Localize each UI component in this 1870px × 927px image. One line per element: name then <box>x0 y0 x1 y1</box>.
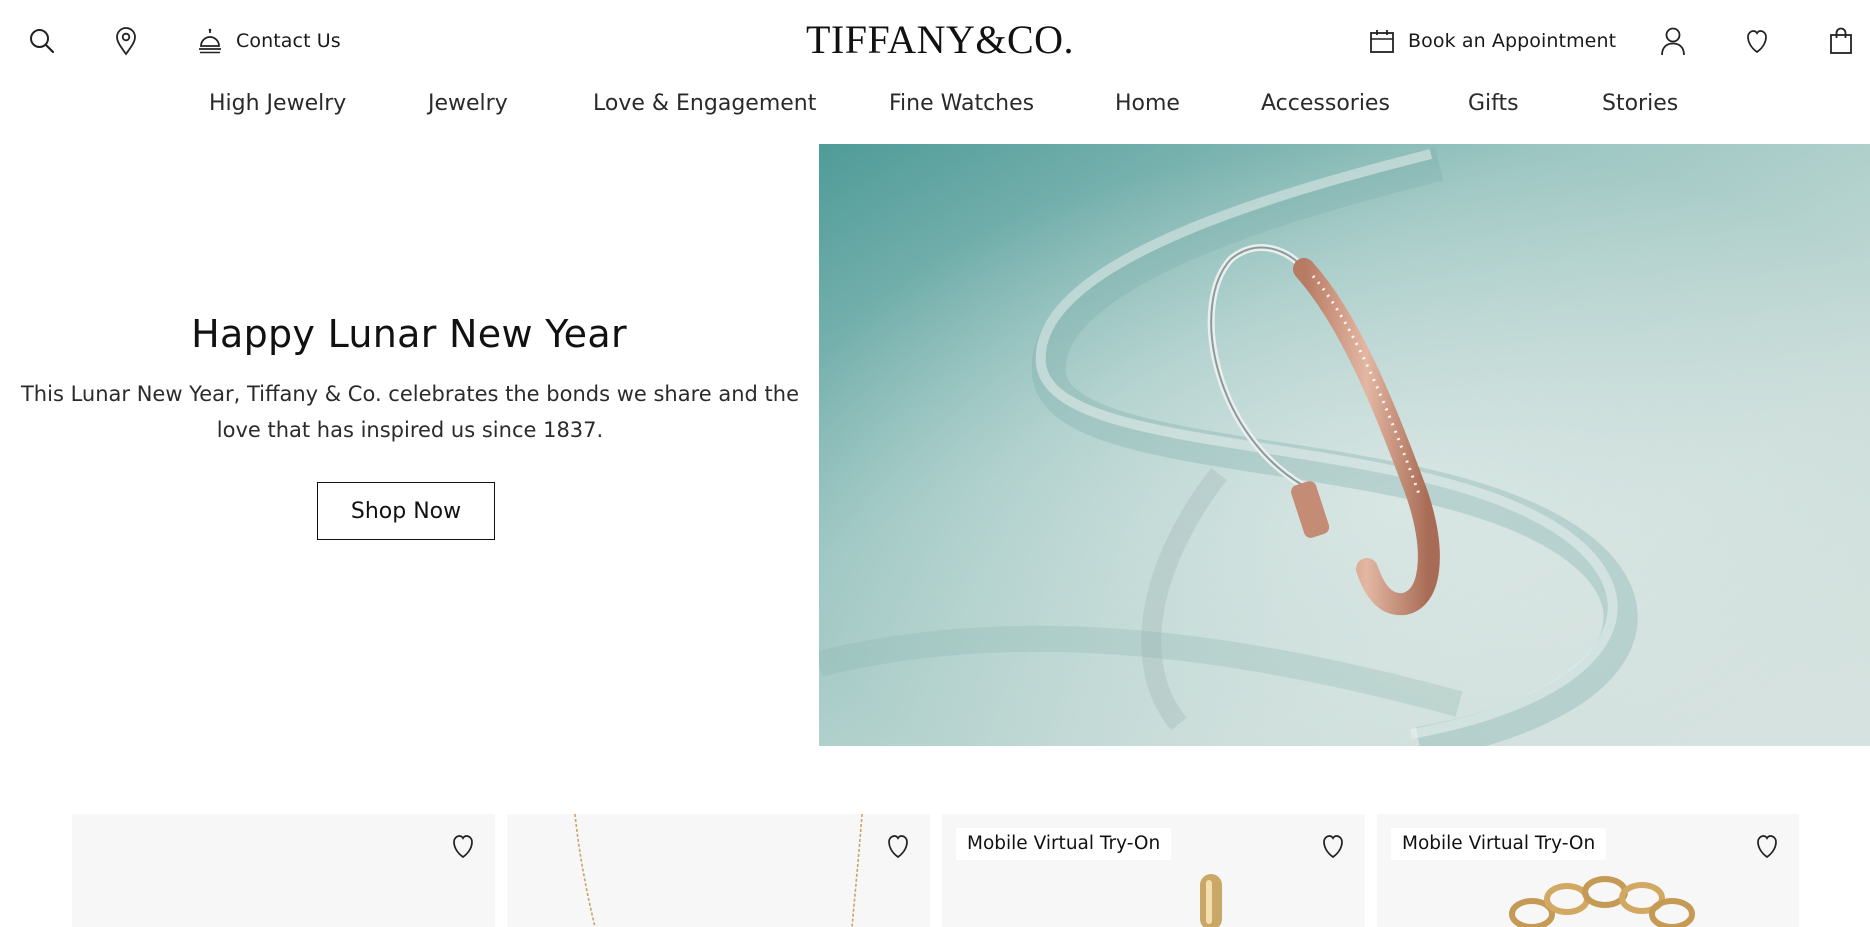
wishlist-button[interactable] <box>1745 24 1769 58</box>
brand-logo[interactable]: TIFFANY&CO. <box>780 14 1100 66</box>
hero-subtitle: This Lunar New Year, Tiffany & Co. celeb… <box>10 376 810 448</box>
heart-icon[interactable] <box>886 832 910 864</box>
book-appointment-label: Book an Appointment <box>1408 30 1617 52</box>
shopping-bag-icon <box>1829 26 1853 56</box>
nav-item-accessories[interactable]: Accessories <box>1261 84 1390 124</box>
book-appointment-link[interactable]: Book an Appointment <box>1368 24 1616 58</box>
product-carousel: Mobile Virtual Try-On Mobile Virtual Try… <box>0 814 1870 927</box>
top-bar: Contact Us TIFFANY&CO. Book an Appointme… <box>0 0 1870 82</box>
product-card[interactable]: Mobile Virtual Try-On <box>1377 814 1799 927</box>
search-icon <box>28 27 56 55</box>
earring-graphic <box>1200 874 1222 927</box>
nav-item-love-engagement[interactable]: Love & Engagement <box>593 84 816 124</box>
hero-title: Happy Lunar New Year <box>191 312 627 356</box>
shop-now-button[interactable]: Shop Now <box>317 482 495 540</box>
contact-us-link[interactable]: Contact Us <box>196 24 341 58</box>
nav-item-home[interactable]: Home <box>1115 84 1180 124</box>
location-pin-icon <box>113 26 139 56</box>
product-card[interactable]: Mobile Virtual Try-On <box>942 814 1365 927</box>
nav-item-gifts[interactable]: Gifts <box>1468 84 1519 124</box>
calendar-icon <box>1368 27 1396 55</box>
hero-copy: Happy Lunar New Year This Lunar New Year… <box>0 144 818 746</box>
hero-subtitle-line-1: This Lunar New Year, Tiffany & Co. celeb… <box>20 382 799 406</box>
user-icon <box>1660 26 1686 56</box>
store-locator-button[interactable] <box>113 24 139 58</box>
heart-icon[interactable] <box>1321 832 1345 864</box>
search-button[interactable] <box>28 24 56 58</box>
account-button[interactable] <box>1660 24 1686 58</box>
nav-item-fine-watches[interactable]: Fine Watches <box>889 84 1034 124</box>
product-card[interactable] <box>72 814 495 927</box>
heart-icon[interactable] <box>451 832 475 864</box>
contact-us-label: Contact Us <box>236 30 341 52</box>
shopping-bag-button[interactable] <box>1829 24 1853 58</box>
link-bracelet-graphic <box>1509 876 1695 927</box>
hero-image[interactable] <box>819 144 1870 746</box>
heart-icon <box>1745 27 1769 55</box>
hero-subtitle-line-2: love that has inspired us since 1837. <box>216 418 604 442</box>
product-card[interactable] <box>507 814 930 927</box>
necklace-chain-graphic <box>574 814 863 927</box>
main-navigation: High Jewelry Jewelry Love & Engagement F… <box>0 84 1870 124</box>
nav-item-stories[interactable]: Stories <box>1602 84 1678 124</box>
nav-item-jewelry[interactable]: Jewelry <box>428 84 508 124</box>
nav-item-high-jewelry[interactable]: High Jewelry <box>209 84 346 124</box>
heart-icon[interactable] <box>1755 832 1779 864</box>
concierge-bell-icon <box>196 27 224 55</box>
